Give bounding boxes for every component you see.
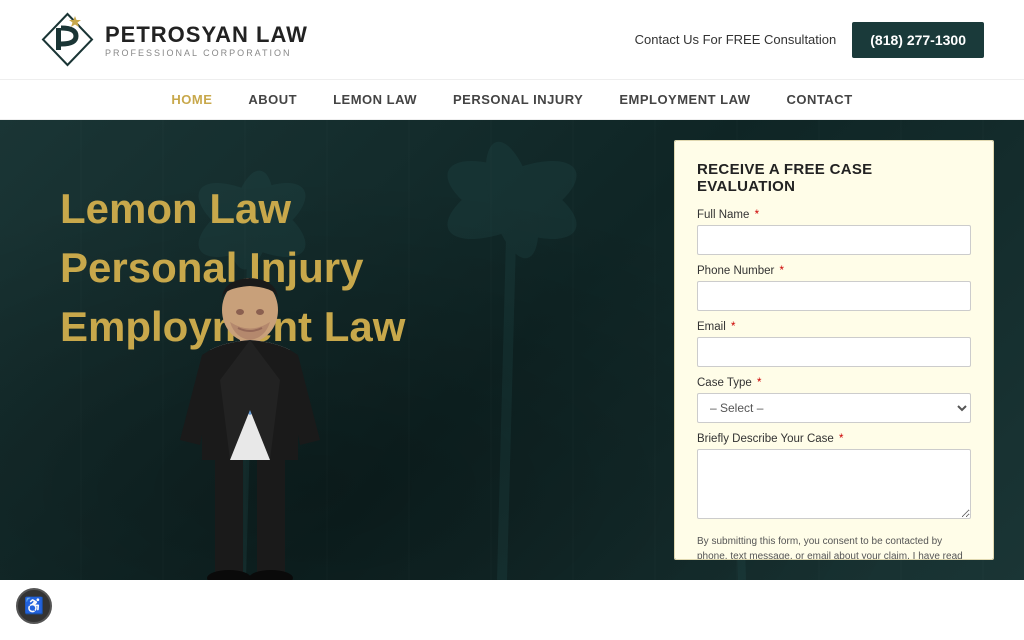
describe-textarea[interactable] bbox=[697, 449, 971, 519]
phone-group: Phone Number * bbox=[697, 265, 971, 311]
phone-button[interactable]: (818) 277-1300 bbox=[852, 22, 984, 58]
full-name-input[interactable] bbox=[697, 225, 971, 255]
header-right: Contact Us For FREE Consultation (818) 2… bbox=[635, 22, 984, 58]
nav-item-contact[interactable]: CONTACT bbox=[787, 92, 853, 107]
main-nav: HOME ABOUT LEMON LAW PERSONAL INJURY EMP… bbox=[0, 80, 1024, 120]
logo-name: PETROSYAN LAW bbox=[105, 22, 308, 48]
logo-subtitle: PROFESSIONAL CORPORATION bbox=[105, 48, 308, 58]
email-label: Email * bbox=[697, 321, 971, 333]
accessibility-button[interactable]: ♿ bbox=[16, 588, 52, 624]
nav-item-about[interactable]: ABOUT bbox=[248, 92, 297, 107]
headline-line1: Lemon Law bbox=[60, 185, 291, 232]
case-type-select[interactable]: – Select – Lemon Law Personal Injury Emp… bbox=[697, 393, 971, 423]
hero-section: Lemon Law Personal Injury Employment Law bbox=[0, 120, 1024, 580]
email-input[interactable] bbox=[697, 337, 971, 367]
consent-text: By submitting this form, you consent to … bbox=[697, 534, 971, 560]
phone-input[interactable] bbox=[697, 281, 971, 311]
nav-item-personal-injury[interactable]: PERSONAL INJURY bbox=[453, 92, 583, 107]
hero-text: Lemon Law Personal Injury Employment Law bbox=[0, 120, 674, 580]
logo-icon bbox=[40, 12, 95, 67]
full-name-label: Full Name * bbox=[697, 209, 971, 221]
describe-label: Briefly Describe Your Case * bbox=[697, 433, 971, 445]
nav-item-lemon-law[interactable]: LEMON LAW bbox=[333, 92, 417, 107]
accessibility-icon: ♿ bbox=[24, 596, 44, 616]
case-type-group: Case Type * – Select – Lemon Law Persona… bbox=[697, 377, 971, 423]
logo-text: PETROSYAN LAW PROFESSIONAL CORPORATION bbox=[105, 22, 308, 58]
nav-item-home[interactable]: HOME bbox=[171, 92, 212, 107]
describe-group: Briefly Describe Your Case * bbox=[697, 433, 971, 524]
phone-label: Phone Number * bbox=[697, 265, 971, 277]
case-evaluation-form: RECEIVE A FREE CASE EVALUATION Full Name… bbox=[674, 140, 994, 560]
form-title: RECEIVE A FREE CASE EVALUATION bbox=[697, 161, 971, 195]
logo[interactable]: PETROSYAN LAW PROFESSIONAL CORPORATION bbox=[40, 12, 308, 67]
nav-item-employment-law[interactable]: EMPLOYMENT LAW bbox=[619, 92, 750, 107]
full-name-group: Full Name * bbox=[697, 209, 971, 255]
person-figure bbox=[150, 260, 350, 580]
hero-headline: Lemon Law Personal Injury Employment Law bbox=[60, 180, 644, 356]
site-header: PETROSYAN LAW PROFESSIONAL CORPORATION C… bbox=[0, 0, 1024, 80]
case-type-label: Case Type * bbox=[697, 377, 971, 389]
email-group: Email * bbox=[697, 321, 971, 367]
consult-text: Contact Us For FREE Consultation bbox=[635, 32, 837, 47]
